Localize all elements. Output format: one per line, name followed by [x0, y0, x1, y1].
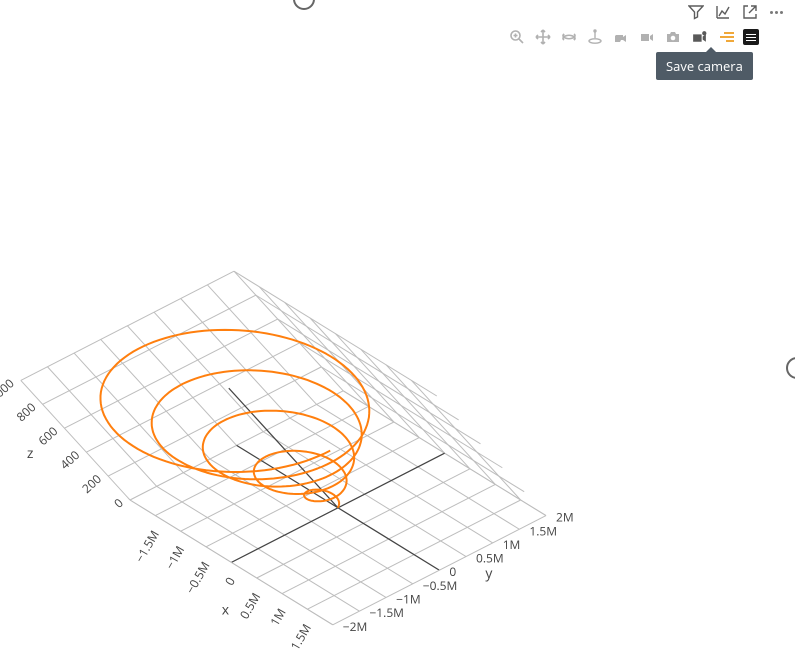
svg-text:1.5M: 1.5M — [529, 522, 557, 539]
svg-text:−1.5M: −1.5M — [131, 527, 163, 565]
svg-text:y: y — [485, 564, 493, 583]
svg-text:0: 0 — [110, 494, 127, 511]
svg-text:−2M: −2M — [343, 618, 368, 635]
svg-text:0.5M: 0.5M — [236, 590, 265, 622]
svg-text:1000: 1000 — [0, 375, 18, 406]
svg-text:2M: 2M — [556, 509, 574, 526]
svg-text:600: 600 — [34, 422, 61, 448]
svg-text:z: z — [27, 444, 34, 463]
svg-text:−1M: −1M — [161, 543, 188, 573]
svg-text:0: 0 — [449, 563, 456, 580]
svg-text:200: 200 — [78, 470, 105, 496]
svg-text:1M: 1M — [266, 605, 290, 629]
svg-text:1M: 1M — [503, 536, 521, 553]
svg-text:−0.5M: −0.5M — [182, 558, 214, 596]
svg-text:−1M: −1M — [396, 591, 421, 608]
plot-3d[interactable]: 02004006008001000z−1.5M−1M−0.5M00.5M1M1.… — [0, 0, 795, 665]
svg-text:x: x — [222, 600, 230, 619]
svg-text:1.5M: 1.5M — [286, 621, 315, 653]
svg-text:0: 0 — [221, 574, 239, 589]
svg-text:400: 400 — [56, 446, 83, 472]
svg-text:800: 800 — [13, 399, 40, 425]
